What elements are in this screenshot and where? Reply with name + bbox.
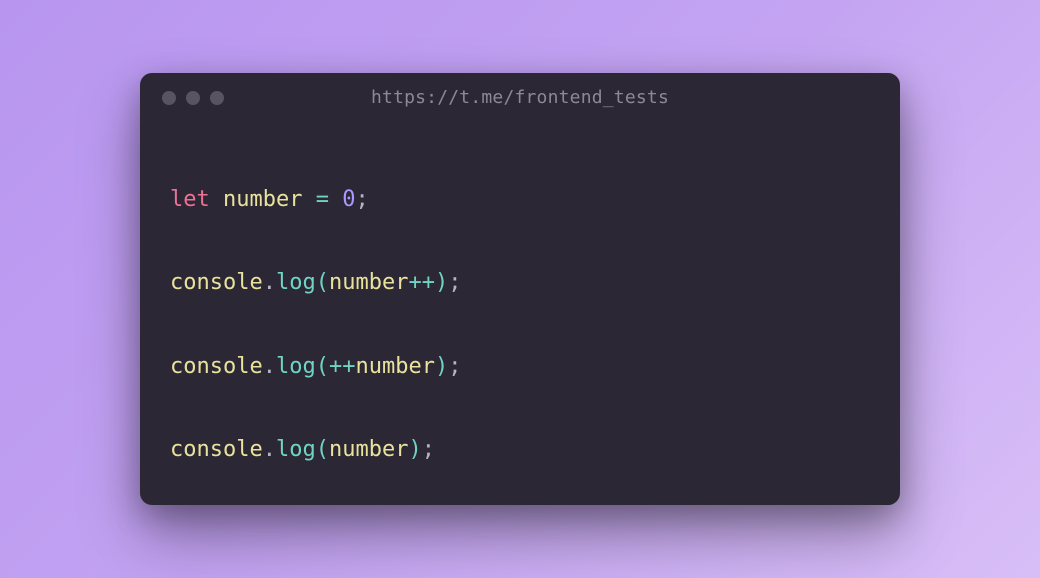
object: console [170, 270, 263, 295]
number-literal: 0 [342, 187, 355, 212]
paren: ) [435, 354, 448, 379]
paren: ) [435, 270, 448, 295]
method: log [276, 354, 316, 379]
object: console [170, 354, 263, 379]
keyword: let [170, 187, 210, 212]
dot-operator: . [263, 354, 276, 379]
code-line: console.log(number++); [170, 262, 870, 304]
operator: = [316, 187, 329, 212]
dot-operator: . [263, 270, 276, 295]
identifier: number [223, 187, 302, 212]
semicolon: ; [448, 270, 461, 295]
code-line: console.log(number); [170, 429, 870, 471]
identifier: number [329, 437, 408, 462]
semicolon: ; [355, 187, 368, 212]
code-window: https://t.me/frontend_tests let number =… [140, 73, 900, 505]
object: console [170, 437, 263, 462]
operator: ++ [329, 354, 356, 379]
method: log [276, 270, 316, 295]
identifier: number [355, 354, 434, 379]
code-line: console.log(++number); [170, 346, 870, 388]
semicolon: ; [422, 437, 435, 462]
window-titlebar: https://t.me/frontend_tests [140, 73, 900, 119]
identifier: number [329, 270, 408, 295]
operator: ++ [408, 270, 435, 295]
semicolon: ; [448, 354, 461, 379]
window-title: https://t.me/frontend_tests [140, 87, 900, 108]
dot-operator: . [263, 437, 276, 462]
paren: ( [316, 354, 329, 379]
maximize-icon[interactable] [210, 91, 224, 105]
method: log [276, 437, 316, 462]
code-line: let number = 0; [170, 179, 870, 221]
code-block: let number = 0; console.log(number++); c… [140, 119, 900, 505]
paren: ( [316, 270, 329, 295]
paren: ) [408, 437, 421, 462]
traffic-lights [162, 91, 224, 105]
paren: ( [316, 437, 329, 462]
close-icon[interactable] [162, 91, 176, 105]
minimize-icon[interactable] [186, 91, 200, 105]
